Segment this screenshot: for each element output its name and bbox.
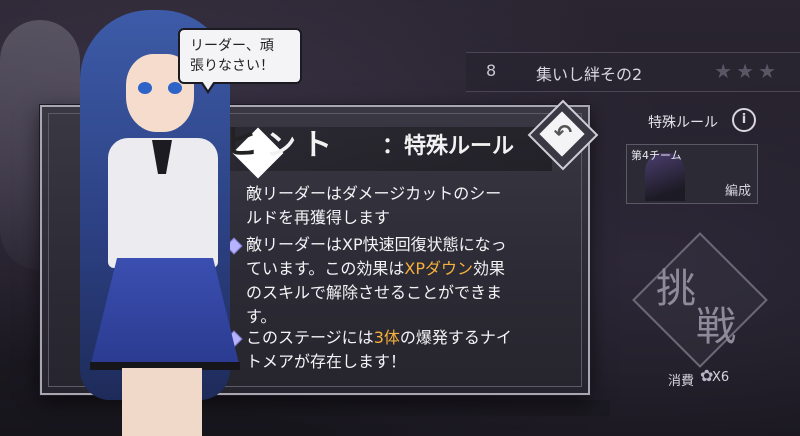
cost-label: 消費 <box>668 374 695 389</box>
dialog-title-rule: ：特殊ルール <box>382 134 515 159</box>
rule-2-text: このステージには3体の爆発するナイ トメアが存在します！ <box>246 326 576 374</box>
challenge-label-1: 挑 <box>656 266 696 312</box>
formation-button[interactable]: 編成 <box>725 180 751 199</box>
speech-bubble: リーダー、頑 張りなさい！ <box>178 28 302 84</box>
rule-1-text-b: 効果 <box>473 259 506 278</box>
challenge-label-2: 戦 <box>696 304 736 350</box>
rule-1-line-2: ています。この効果はXPダウン効果 <box>246 257 576 281</box>
character-legs <box>122 368 202 436</box>
dialog-title-nto: ント <box>266 128 338 163</box>
intro-line-2: ルドを再獲得します <box>246 208 391 227</box>
info-icon[interactable]: i <box>732 108 756 132</box>
undo-icon[interactable]: ↶ <box>551 121 575 146</box>
rule-1-highlight: XPダウン <box>404 259 474 278</box>
rule-2-text-a: このステージには <box>246 328 374 347</box>
rule-2-text-b: の爆発するナイ <box>399 328 512 347</box>
stage-stars-icon: ★★★ <box>714 59 780 83</box>
rule-1-line-3: のスキルで解除させることができま <box>246 283 503 302</box>
rule-2-line-2: トメアが存在します！ <box>246 352 407 371</box>
bottom-bar <box>230 400 610 416</box>
intro-text: 敵リーダーはダメージカットのシー ルドを再獲得します <box>246 182 576 230</box>
stage-name: 集いし絆その2 <box>536 65 643 84</box>
speech-bubble-tail-inner <box>202 81 214 90</box>
special-rules-label: 特殊ルール <box>648 115 718 131</box>
rule-2-highlight: 3体 <box>373 328 400 347</box>
challenge-button[interactable]: 挑 戦 <box>632 232 768 368</box>
rule-2-line-1: このステージには3体の爆発するナイ <box>246 326 576 350</box>
rule-1-text: 敵リーダーはXP快速回復状態になっ ています。この効果はXPダウン効果 のスキル… <box>246 233 576 329</box>
intro-line-1: 敵リーダーはダメージカットのシー <box>246 184 502 203</box>
rule-1-text-a: ています。この効果は <box>246 259 405 278</box>
team-name: 第4チーム <box>631 149 682 162</box>
bubble-line-1: リーダー、頑 <box>190 38 274 54</box>
character-eye-left <box>138 82 152 94</box>
stage-number: 8 <box>486 61 497 80</box>
character-eye-right <box>168 82 182 94</box>
stage-header: 8 集いし絆その2 ★★★ <box>466 52 800 92</box>
bubble-line-2: 張りなさい！ <box>190 58 274 74</box>
cost-count: X6 <box>712 370 730 385</box>
rule-1-line-1: 敵リーダーはXP快速回復状態になっ <box>246 235 507 254</box>
team-card[interactable]: 第4チーム 編成 <box>626 144 758 204</box>
